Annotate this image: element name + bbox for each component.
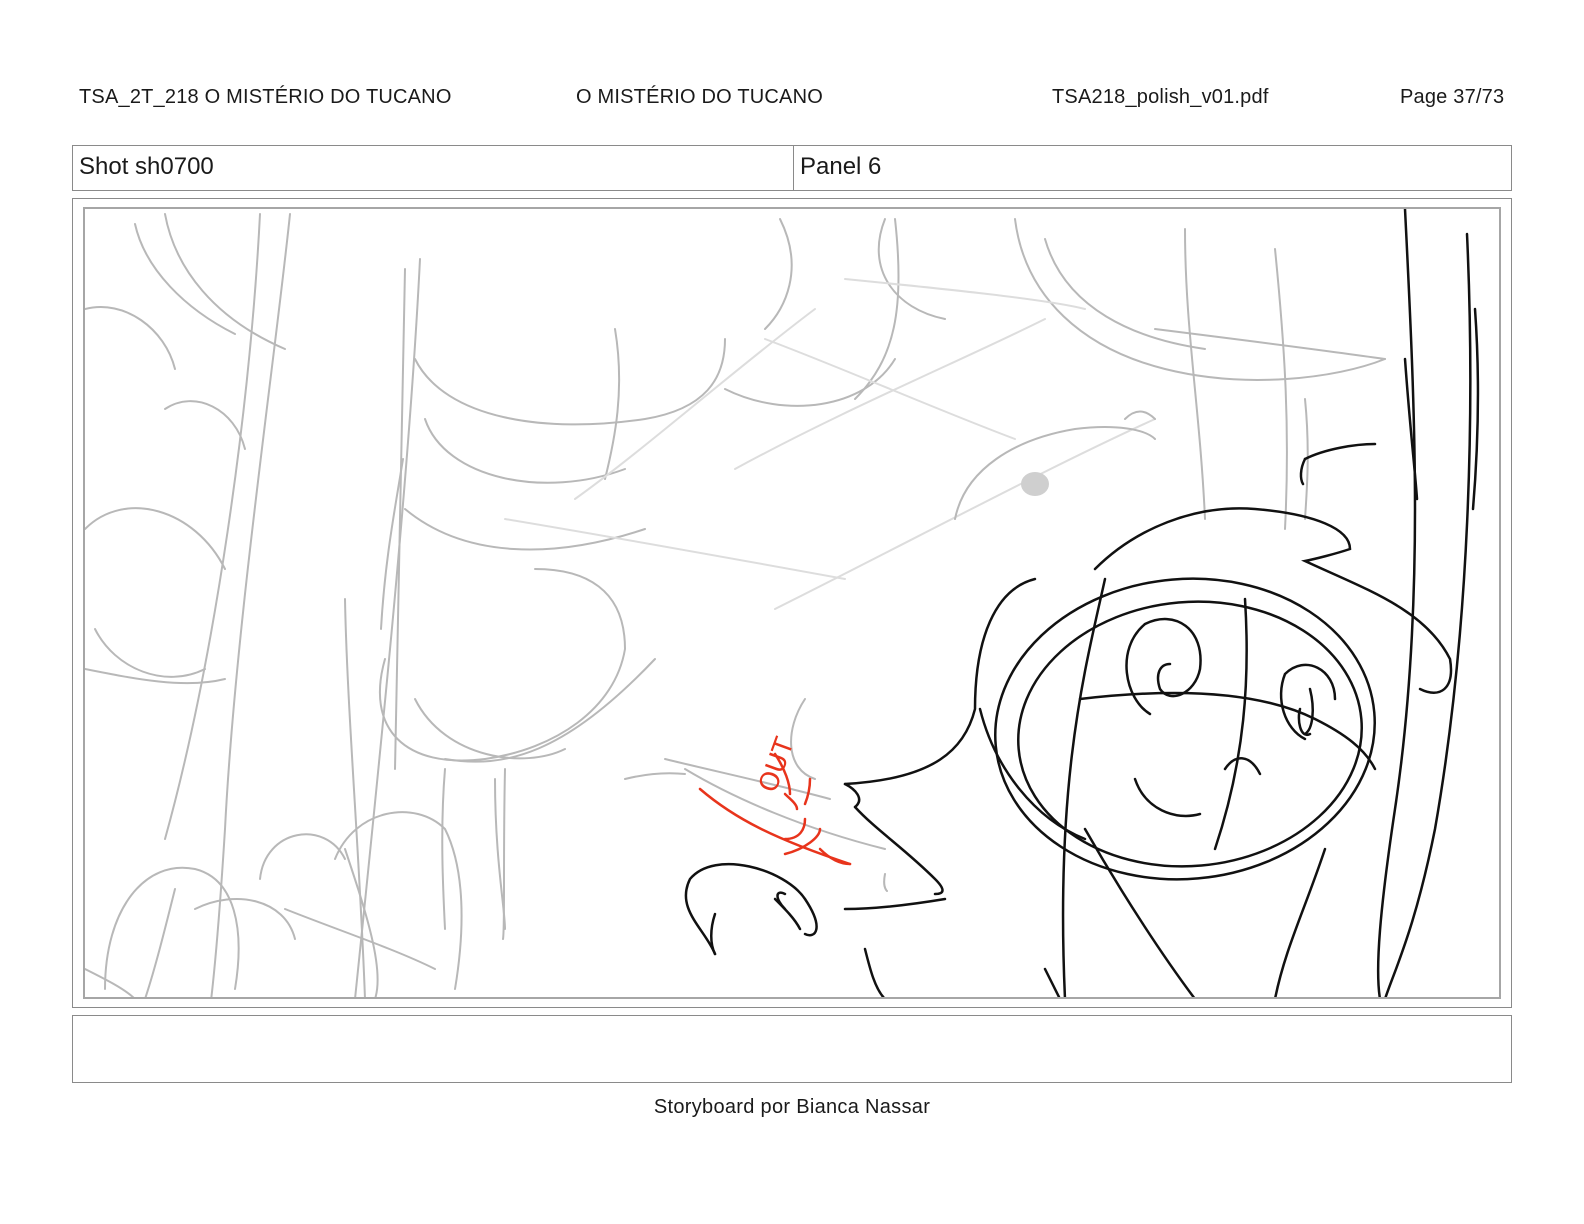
storyboard-panel-drawing: OUT <box>83 207 1501 999</box>
footer-credit: Storyboard por Bianca Nassar <box>653 1096 931 1118</box>
sfx-out-text: OUT <box>753 734 800 796</box>
panel-sketch: OUT <box>85 209 1480 997</box>
header-title: O MISTÉRIO DO TUCANO <box>576 86 823 108</box>
shot-info-bar: Shot sh0700 Panel 6 <box>72 145 1512 191</box>
background-fruit <box>1021 472 1049 496</box>
header-filename: TSA218_polish_v01.pdf <box>1052 86 1269 108</box>
header-episode: TSA_2T_218 O MISTÉRIO DO TUCANO <box>79 86 452 108</box>
header-page-number: Page 37/73 <box>1400 86 1505 108</box>
background-forest-sketch <box>85 213 1386 997</box>
character-sketch <box>684 209 1480 997</box>
panel-notes-box <box>72 1015 1512 1083</box>
shot-label: Shot sh0700 <box>73 146 794 190</box>
panel-label: Panel 6 <box>800 153 882 180</box>
storyboard-frame: OUT <box>72 198 1512 1008</box>
